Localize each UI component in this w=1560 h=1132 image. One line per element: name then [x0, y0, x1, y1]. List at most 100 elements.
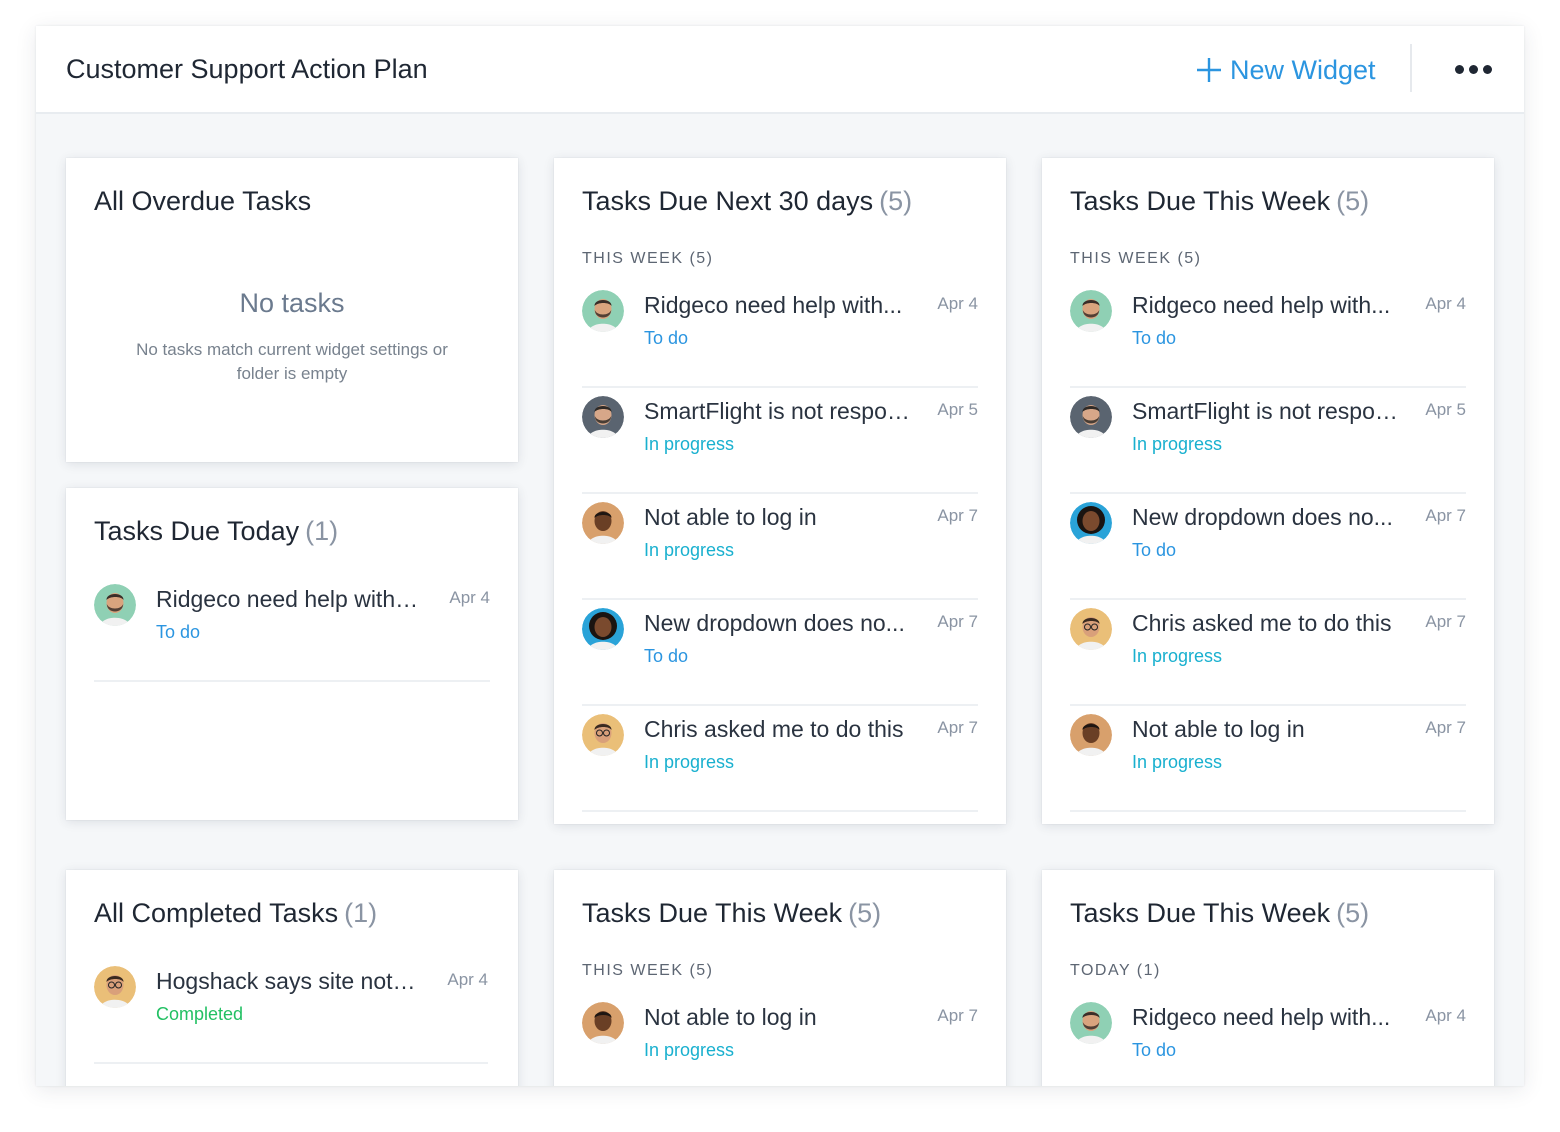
task-title: Chris asked me to do this [644, 716, 904, 742]
widget-title: Tasks Due This Week (5) [1070, 898, 1369, 929]
widget-title-text: Tasks Due Next 30 days [582, 186, 874, 216]
widget-title: All Overdue Tasks [94, 186, 311, 217]
widget-count: (1) [344, 898, 378, 928]
task-item[interactable]: New dropdown does no... Apr 7 To do [1070, 494, 1466, 600]
plus-icon [1197, 58, 1221, 82]
task-item[interactable]: Not able to log in Apr 7 In progress [582, 994, 978, 1086]
section-label: THIS WEEK (5) [1070, 250, 1202, 267]
task-status[interactable]: In progress [644, 1040, 734, 1061]
task-status[interactable]: In progress [1132, 646, 1222, 667]
avatar-woman-curly [582, 608, 624, 650]
task-list: Not able to log in Apr 7 In progress [582, 994, 978, 1086]
widget-count: (5) [1336, 186, 1370, 216]
task-status[interactable]: In progress [1132, 752, 1222, 773]
task-due-date: Apr 7 [937, 506, 978, 525]
widget-title: Tasks Due Today (1) [94, 516, 338, 547]
task-status[interactable]: In progress [644, 434, 734, 455]
more-horizontal-icon [1454, 64, 1464, 74]
task-item[interactable]: Not able to log in Apr 7 In progress [582, 494, 978, 600]
task-title: Not able to log in [644, 504, 817, 530]
task-item[interactable]: Ridgeco need help with... Apr 4 To do [1070, 994, 1466, 1086]
avatar-bearded-man-green [94, 584, 136, 626]
dashboard-header: Customer Support Action Plan New Widget [36, 26, 1524, 114]
task-item[interactable]: Chris asked me to do this Apr 7 In progres… [1070, 600, 1466, 706]
new-widget-button[interactable]: New Widget [1196, 52, 1376, 88]
widget-title-text: All Overdue Tasks [94, 186, 312, 216]
widget-title-text: Tasks Due This Week [1070, 898, 1331, 928]
widget-title-text: Tasks Due This Week [582, 898, 843, 928]
task-status[interactable]: To do [156, 622, 200, 643]
widget-tasks-due-this-week: Tasks Due This Week (5) THIS WEEK (5) Not… [554, 870, 1006, 1086]
task-item[interactable]: New dropdown does no... Apr 7 To do [582, 600, 978, 706]
widget-tasks-due-this-week: Tasks Due This Week (5) THIS WEEK (5) Rid… [1042, 158, 1494, 824]
task-item[interactable]: Ridgeco need help with O... Apr 4 To do [94, 576, 490, 682]
task-title: Not able to log in [644, 1004, 817, 1030]
task-list: Ridgeco need help with... Apr 4 To do Smart… [1070, 282, 1466, 812]
task-status[interactable]: In progress [1132, 434, 1222, 455]
task-status[interactable]: Completed [156, 1004, 243, 1025]
task-status[interactable]: To do [1132, 540, 1176, 561]
task-title: SmartFlight is not respon... [644, 398, 910, 424]
page-title: Customer Support Action Plan [66, 54, 428, 84]
section-label: THIS WEEK (5) [582, 250, 714, 267]
more-options-button[interactable] [1448, 56, 1498, 82]
avatar-man-gray [1070, 396, 1112, 438]
widget-tasks-due-today: Tasks Due Today (1) Ridgeco need help wit… [66, 488, 518, 820]
task-status[interactable]: To do [644, 328, 688, 349]
section-label: THIS WEEK (5) [582, 962, 714, 979]
widget-tasks-due-this-week: Tasks Due This Week (5) TODAY (1) Ridgeco… [1042, 870, 1494, 1086]
widget-title-text: Tasks Due This Week [1070, 186, 1331, 216]
task-status[interactable]: To do [644, 646, 688, 667]
task-item[interactable]: Hogshack says site not s... Apr 4 Complete… [94, 958, 488, 1064]
widget-count: (5) [1336, 898, 1370, 928]
widget-count: (5) [848, 898, 882, 928]
task-status[interactable]: In progress [644, 752, 734, 773]
task-item[interactable]: SmartFlight is not respon... Apr 5 In prog… [1070, 388, 1466, 494]
task-due-date: Apr 4 [1425, 1006, 1466, 1025]
task-title: SmartFlight is not respon... [1132, 398, 1398, 424]
widget-count: (5) [879, 186, 913, 216]
task-status[interactable]: To do [1132, 1040, 1176, 1061]
task-due-date: Apr 5 [1425, 400, 1466, 419]
task-due-date: Apr 7 [937, 612, 978, 631]
task-list: Ridgeco need help with O... Apr 4 To do [94, 576, 490, 682]
task-title: Chris asked me to do this [1132, 610, 1392, 636]
task-list: Hogshack says site not s... Apr 4 Complete… [94, 958, 488, 1064]
task-item[interactable]: Ridgeco need help with... Apr 4 To do [1070, 282, 1466, 388]
avatar-woman-curly [1070, 502, 1112, 544]
widget-title: Tasks Due Next 30 days (5) [582, 186, 912, 217]
task-due-date: Apr 7 [937, 718, 978, 737]
avatar-man-smiling [1070, 714, 1112, 756]
task-status[interactable]: In progress [644, 540, 734, 561]
task-list: Ridgeco need help with... Apr 4 To do Smart… [582, 282, 978, 812]
widget-title: All Completed Tasks (1) [94, 898, 377, 929]
widget-all-completed-tasks: All Completed Tasks (1) Hogshack says sit… [66, 870, 518, 1086]
widget-title: Tasks Due This Week (5) [582, 898, 881, 929]
avatar-man-glasses [582, 714, 624, 756]
task-item[interactable]: Not able to log in Apr 7 In progress [1070, 706, 1466, 812]
task-due-date: Apr 4 [447, 970, 488, 989]
task-item[interactable]: Ridgeco need help with... Apr 4 To do [582, 282, 978, 388]
avatar-man-glasses [1070, 608, 1112, 650]
avatar-bearded-man-green [1070, 290, 1112, 332]
task-list: Ridgeco need help with... Apr 4 To do [1070, 994, 1466, 1086]
header-divider [1410, 44, 1412, 92]
task-status[interactable]: To do [1132, 328, 1176, 349]
task-due-date: Apr 4 [937, 294, 978, 313]
widget-title-text: All Completed Tasks [94, 898, 339, 928]
more-horizontal-icon [1468, 64, 1478, 74]
task-due-date: Apr 4 [1425, 294, 1466, 313]
task-due-date: Apr 7 [937, 1006, 978, 1025]
task-title: Ridgeco need help with... [1132, 1004, 1391, 1030]
task-item[interactable]: Chris asked me to do this Apr 7 In progres… [582, 706, 978, 812]
task-item[interactable]: SmartFlight is not respon... Apr 5 In prog… [582, 388, 978, 494]
task-due-date: Apr 7 [1425, 612, 1466, 631]
avatar-bearded-man-green [1070, 1002, 1112, 1044]
section-label: TODAY (1) [1070, 962, 1161, 979]
task-due-date: Apr 7 [1425, 718, 1466, 737]
new-widget-label: New Widget [1230, 54, 1376, 85]
avatar-man-glasses [94, 966, 136, 1008]
widget-title-text: Tasks Due Today [94, 516, 300, 546]
widget-title: Tasks Due This Week (5) [1070, 186, 1369, 217]
avatar-man-gray [582, 396, 624, 438]
